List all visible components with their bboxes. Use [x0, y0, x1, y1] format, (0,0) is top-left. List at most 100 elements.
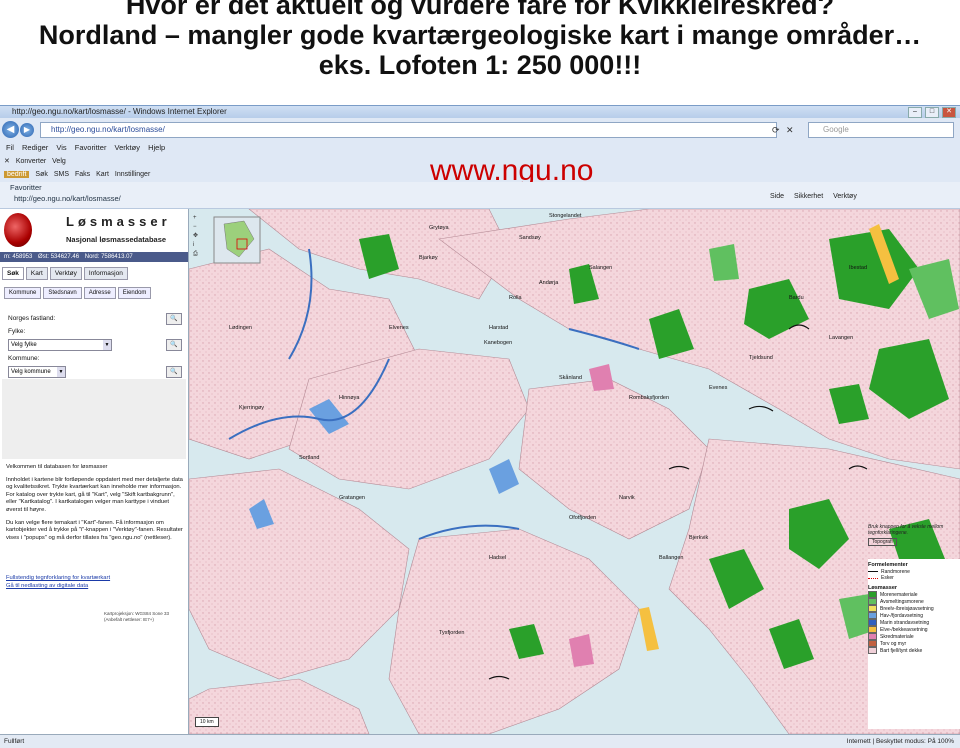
place-label: Bjerkvik	[689, 535, 709, 541]
zoom-in-icon[interactable]: +	[193, 214, 203, 223]
security-menu[interactable]: Sikkerhet	[794, 193, 823, 200]
map-legend: Formelementer Randmorene Esker Løsmasser…	[868, 559, 960, 729]
legend-tip-text: Bruk knappen for å veksle mellom tegnfor…	[868, 524, 944, 536]
tab-verktoy[interactable]: Verktøy	[49, 267, 82, 280]
convert-button[interactable]: Konverter	[16, 158, 46, 165]
place-label: Rombaksfjorden	[629, 395, 669, 401]
legend-label: Bart fjell/tynt dekke	[880, 647, 923, 654]
north-readout: Nord: 7586413.07	[84, 254, 133, 260]
page-tab[interactable]: http://geo.ngu.no/kart/losmasse/	[14, 194, 121, 203]
legend-label: Hav-/fjordavsetning	[880, 612, 924, 619]
tab-kart[interactable]: Kart	[25, 267, 48, 280]
maximize-icon[interactable]: □	[925, 107, 939, 118]
menu-item-fil[interactable]: Fil	[6, 143, 14, 152]
legend-label: Avsmeltingsmorene	[880, 598, 924, 605]
forward-icon[interactable]: ▶	[20, 123, 34, 137]
search-input[interactable]: Google	[808, 122, 954, 138]
kommune-select-value: Velg kommune	[11, 369, 51, 375]
info-icon[interactable]: i	[193, 241, 203, 250]
place-label: Ballangen	[659, 555, 683, 561]
kommune-select[interactable]: Velg kommune ▼	[8, 366, 66, 378]
legend-item: Elve-/bekkeavsetning	[868, 626, 960, 634]
legend-item: Avsmeltingsmorene	[868, 598, 960, 606]
legend-item: Skredmateriale	[868, 633, 960, 641]
ngu-logo-icon	[4, 213, 32, 247]
sidebar: Løsmasser Nasjonal løsmassedatabase m: 4…	[0, 209, 189, 734]
app-title: Løsmasser	[66, 214, 171, 229]
toolbar-innstillinger-button[interactable]: Innstillinger	[115, 171, 150, 178]
map-tools: + − ✥ i ⎙	[193, 214, 203, 259]
legend-item-randmorene: Randmorene	[868, 569, 960, 576]
menu-item-verktoy[interactable]: Verktøy	[115, 143, 140, 152]
legend-label: Morenemateriale	[880, 591, 918, 598]
legend-swatch	[868, 598, 877, 606]
coordinate-readout: m: 458953 Øst: 534627.46 Nord: 7586413.0…	[0, 252, 188, 262]
fylke-label: Fylke:	[8, 328, 26, 335]
menu-item-hjelp[interactable]: Hjelp	[148, 143, 165, 152]
results-panel	[2, 379, 186, 459]
tab-adresse[interactable]: Adresse	[83, 287, 116, 299]
scale-bar: 10 km	[195, 717, 219, 727]
close-toolbar-icon[interactable]: ✕	[4, 158, 10, 165]
legend-item: Bart fjell/tynt dekke	[868, 647, 960, 655]
back-icon[interactable]: ◀	[2, 121, 19, 138]
refresh-icon[interactable]: ⟳	[772, 125, 780, 136]
nav-tabs: Søk Kart Verktøy Informasjon	[2, 267, 128, 280]
legend-swatch	[868, 612, 877, 620]
kommune-label: Kommune:	[8, 355, 40, 362]
menu-bar: Fil Rediger Vis Favoritter Verktøy Hjelp	[0, 142, 960, 154]
address-bar[interactable]: http://geo.ngu.no/kart/losmasse/	[40, 122, 777, 138]
legend-swatch	[868, 640, 877, 648]
zoom-out-icon[interactable]: −	[193, 223, 203, 232]
fylke-select-value: Velg fylke	[11, 342, 37, 348]
legend-group-losmasser: Løsmasser	[868, 584, 898, 591]
pan-icon[interactable]: ✥	[193, 232, 203, 241]
toolbar-sms-button[interactable]: SMS	[54, 171, 69, 178]
tools-menu[interactable]: Verktøy	[833, 193, 857, 200]
slide-title-line3: eks. Lofoten 1: 250 000!!!	[318, 50, 642, 80]
map-svg: Stongelandet Grytøya Bjarkøy Sandsøy Harstad…	[189, 209, 960, 734]
zoom-fastland-button[interactable]: 🔍	[166, 313, 182, 325]
tab-informasjon[interactable]: Informasjon	[83, 267, 128, 280]
place-label: Stongelandet	[549, 213, 582, 219]
legend-items: Morenemateriale Avsmeltingsmorene Breelv-/…	[868, 591, 960, 655]
menu-item-rediger[interactable]: Rediger	[22, 143, 48, 152]
toolbar-kart-button[interactable]: Kart	[96, 171, 109, 178]
close-icon[interactable]: ✕	[942, 107, 956, 118]
legend-swatch	[868, 647, 877, 655]
place-label: Skånland	[559, 374, 582, 381]
legend-item-esker: Esker	[868, 575, 960, 582]
page-content: Løsmasser Nasjonal løsmassedatabase m: 4…	[0, 209, 960, 734]
place-label: Tysfjorden	[439, 630, 464, 636]
toolbar-brand-tag: bedrift	[4, 171, 30, 178]
place-label: Sortland	[299, 455, 320, 461]
zoom-kommune-button[interactable]: 🔍	[166, 366, 182, 378]
tab-sok[interactable]: Søk	[2, 267, 24, 280]
fylke-select[interactable]: Velg fylke ▼	[8, 339, 112, 351]
legend-link[interactable]: Fullstendig tegnforklaring for kvartærka…	[6, 575, 110, 581]
east-readout: Øst: 534627.46	[38, 254, 80, 260]
toolbar-faks-button[interactable]: Faks	[75, 171, 90, 178]
topografi-button[interactable]: Topografi	[868, 538, 897, 546]
minimize-icon[interactable]: –	[908, 107, 922, 118]
page-menu[interactable]: Side	[770, 193, 784, 200]
print-icon[interactable]: ⎙	[193, 250, 203, 259]
tab-eiendom[interactable]: Eiendom	[117, 287, 152, 299]
favorites-button[interactable]: Favoritter	[10, 183, 42, 192]
menu-item-vis[interactable]: Vis	[56, 143, 66, 152]
place-label: Elvenes	[389, 325, 409, 331]
download-link[interactable]: Gå til nedlasting av digitale data	[6, 583, 88, 589]
tab-stedsnavn[interactable]: Stedsnavn	[43, 287, 82, 299]
legend-label: Breelv-/breisjøavsetning	[880, 605, 934, 612]
legend-label: Torv og myr	[880, 640, 907, 647]
place-label: Grytøya	[429, 225, 449, 231]
tab-kommune[interactable]: Kommune	[4, 287, 42, 299]
projection-line: Kartprojeksjon: WGS84 Sone 33	[104, 611, 170, 616]
legend-item: Hav-/fjordavsetning	[868, 612, 960, 620]
select-button[interactable]: Velg	[52, 158, 66, 165]
zoom-fylke-button[interactable]: 🔍	[166, 339, 182, 351]
toolbar-sok-button[interactable]: Søk	[35, 171, 47, 178]
menu-item-favoritter[interactable]: Favoritter	[75, 143, 107, 152]
stop-icon[interactable]: ✕	[786, 125, 794, 136]
map-canvas[interactable]: Stongelandet Grytøya Bjarkøy Sandsøy Harstad…	[189, 209, 960, 734]
